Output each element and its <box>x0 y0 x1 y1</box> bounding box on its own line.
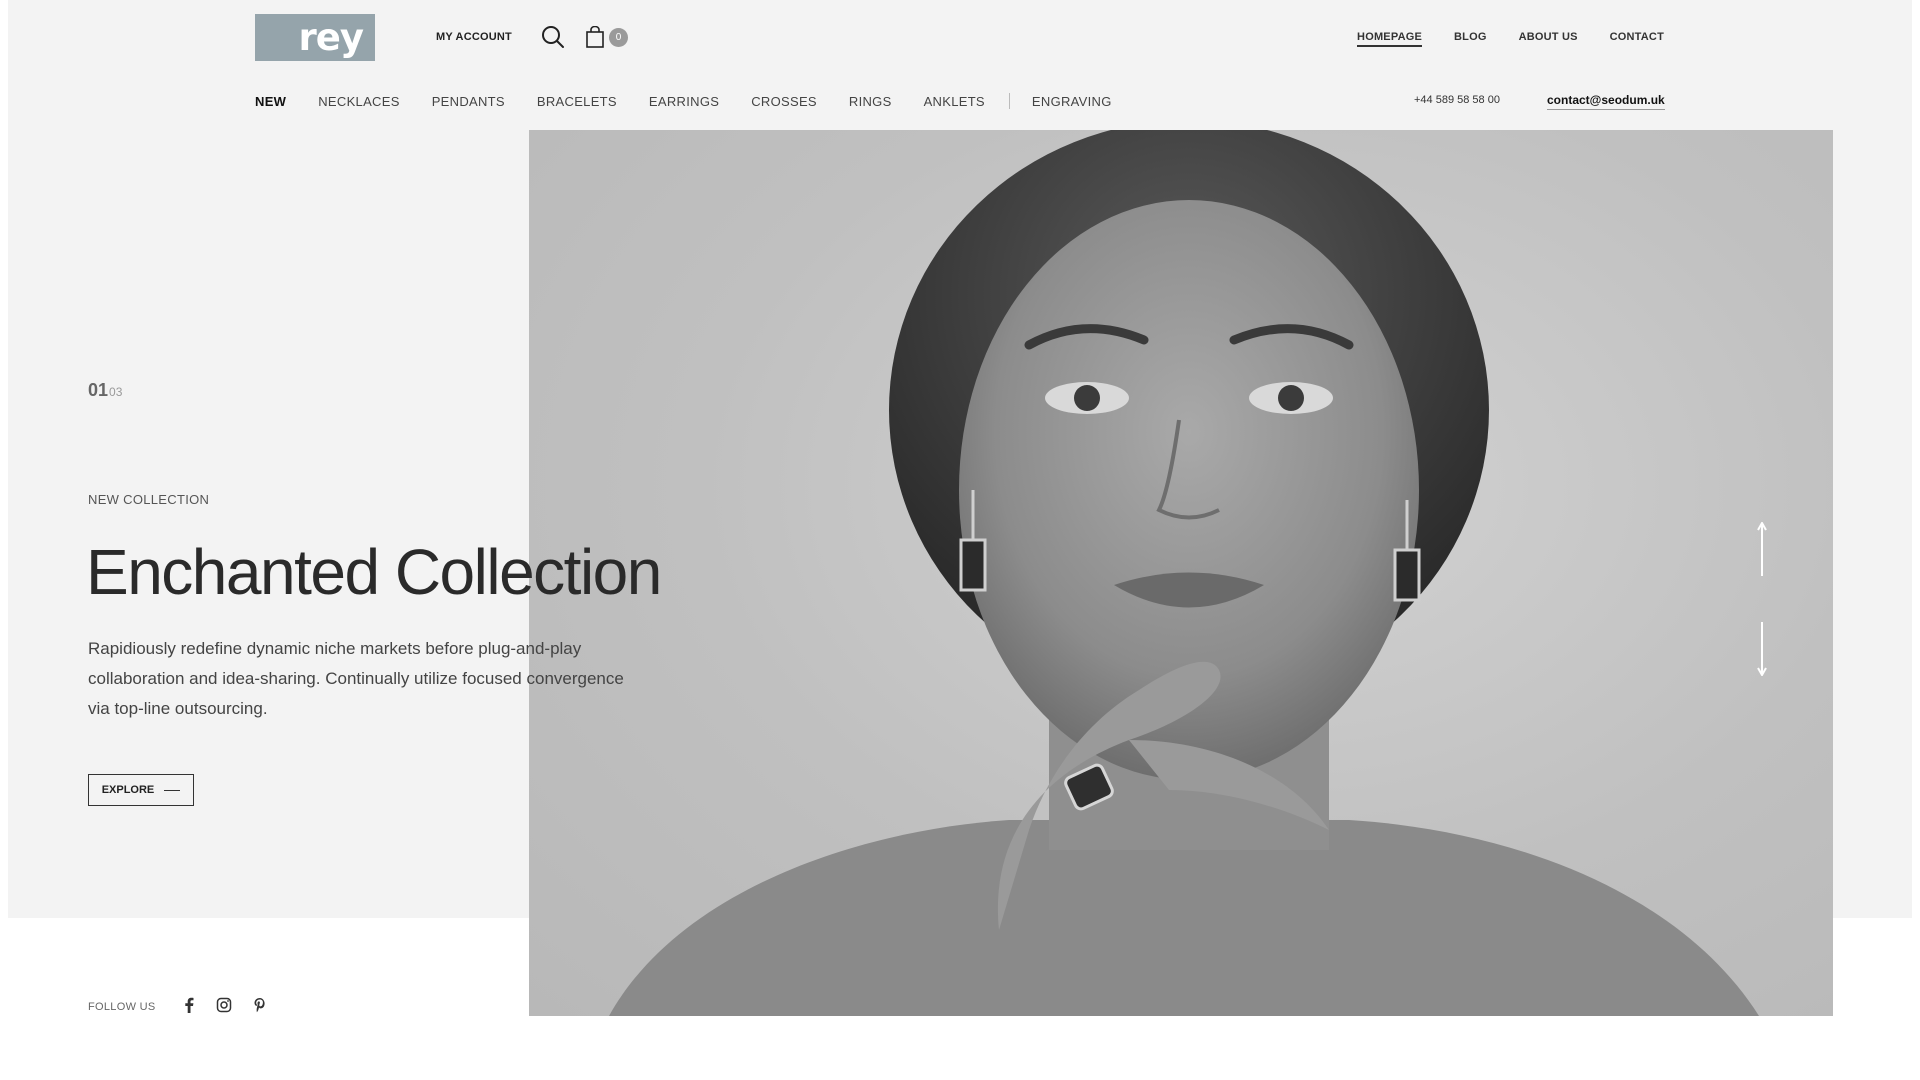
contact-phone[interactable]: +44 589 58 58 00 <box>1414 94 1500 106</box>
category-crosses[interactable]: CROSSES <box>751 94 817 109</box>
shopping-bag-icon[interactable] <box>585 26 605 48</box>
category-bracelets[interactable]: BRACELETS <box>537 94 617 109</box>
category-engraving[interactable]: ENGRAVING <box>1032 94 1112 109</box>
category-rings[interactable]: RINGS <box>849 94 892 109</box>
category-pendants[interactable]: PENDANTS <box>432 94 505 109</box>
search-icon[interactable] <box>541 25 565 49</box>
nav-about-us[interactable]: ABOUT US <box>1519 31 1578 47</box>
contact-email[interactable]: contact@seodum.uk <box>1547 93 1665 110</box>
dash-icon <box>164 789 181 791</box>
category-divider <box>1008 93 1010 109</box>
pinterest-icon[interactable] <box>252 997 268 1013</box>
follow-us-label: FOLLOW US <box>88 1001 156 1013</box>
explore-button-label: EXPLORE <box>101 784 155 796</box>
main-navigation: HOMEPAGE BLOG ABOUT US CONTACT <box>1357 31 1664 47</box>
cart-count-badge: 0 <box>609 28 628 47</box>
arrow-up-icon[interactable] <box>1757 522 1767 576</box>
brand-logo-text: rey <box>298 16 364 59</box>
portrait-illustration <box>609 130 1759 1016</box>
slide-counter: 0103 <box>88 380 122 401</box>
hero-title: Enchanted Collection <box>86 536 662 608</box>
slide-current: 01 <box>88 380 109 400</box>
brand-logo[interactable]: rey <box>255 14 375 61</box>
nav-blog[interactable]: BLOG <box>1454 31 1487 47</box>
nav-homepage[interactable]: HOMEPAGE <box>1357 31 1423 47</box>
facebook-icon[interactable] <box>181 997 197 1013</box>
arrow-down-icon[interactable] <box>1757 622 1767 676</box>
hero-eyebrow: NEW COLLECTION <box>88 492 210 507</box>
category-anklets[interactable]: ANKLETS <box>924 94 985 109</box>
nav-contact[interactable]: CONTACT <box>1610 31 1664 47</box>
instagram-icon[interactable] <box>216 997 232 1013</box>
category-new[interactable]: NEW <box>255 94 286 109</box>
category-earrings[interactable]: EARRINGS <box>649 94 719 109</box>
explore-button[interactable]: EXPLORE <box>88 774 194 806</box>
slide-total: 03 <box>109 385 123 399</box>
category-necklaces[interactable]: NECKLACES <box>318 94 399 109</box>
hero-description: Rapidiously redefine dynamic niche marke… <box>88 639 624 718</box>
hero-portrait-photo <box>529 130 1833 1016</box>
category-navigation: NEW NECKLACES PENDANTS BRACELETS EARRING… <box>255 93 1144 109</box>
my-account-link[interactable]: MY ACCOUNT <box>436 31 512 43</box>
